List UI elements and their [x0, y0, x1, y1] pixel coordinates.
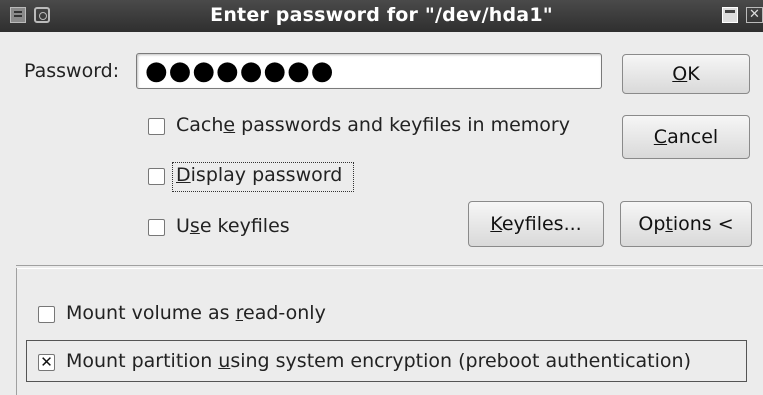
read-only-mnemonic: r [235, 302, 244, 324]
options-mnemonic: t [665, 213, 673, 235]
use-keyfiles-mnemonic: s [189, 215, 200, 237]
cache-label-rest: passwords and keyfiles in memory [235, 114, 570, 136]
section-divider [16, 265, 763, 269]
display-password-label[interactable]: Display password [176, 164, 342, 186]
use-keyfiles-rest: e keyfiles [199, 215, 290, 237]
maximize-icon[interactable] [722, 7, 738, 23]
use-keyfiles-pre: U [176, 215, 190, 237]
use-keyfiles-label[interactable]: Use keyfiles [176, 215, 290, 237]
close-icon[interactable]: ✕ [746, 7, 763, 23]
read-only-label[interactable]: Mount volume as read-only [66, 302, 326, 324]
keyfiles-mnemonic: K [490, 213, 502, 235]
system-encryption-mnemonic: u [218, 350, 231, 372]
cancel-label: ancel [667, 126, 719, 148]
system-encryption-rest: sing system encryption (preboot authenti… [230, 350, 691, 372]
ok-label: K [687, 63, 700, 85]
cache-label[interactable]: Cache passwords and keyfiles in memory [176, 114, 570, 136]
cancel-mnemonic: C [653, 126, 668, 148]
password-label: Password: [24, 60, 119, 82]
cache-checkbox[interactable] [148, 118, 165, 135]
options-button[interactable]: Options < [620, 201, 752, 247]
keyfiles-button[interactable]: Keyfiles... [468, 201, 604, 247]
cancel-button[interactable]: Cancel [622, 115, 750, 159]
system-encryption-pre: Mount partition [66, 350, 219, 372]
keyfiles-label: eyfiles... [501, 213, 582, 235]
read-only-rest: ead-only [243, 302, 326, 324]
title-bar: Enter password for "/dev/hda1" ✕ [0, 0, 763, 32]
use-keyfiles-checkbox[interactable] [148, 219, 165, 236]
window-title: Enter password for "/dev/hda1" [210, 4, 553, 26]
lower-frame-edge [16, 268, 21, 395]
cache-label-pre: Cach [176, 114, 224, 136]
display-password-checkbox[interactable] [148, 168, 165, 185]
read-only-checkbox[interactable] [38, 306, 55, 323]
ok-mnemonic: O [672, 63, 688, 85]
display-mnemonic: D [176, 164, 191, 186]
password-field[interactable]: ●●●●●●●● [136, 53, 602, 89]
system-encryption-checkbox[interactable] [38, 353, 55, 372]
ok-button[interactable]: OK [622, 54, 750, 94]
read-only-pre: Mount volume as [66, 302, 236, 324]
password-label-text: Password: [24, 60, 120, 82]
cache-mnemonic: e [223, 114, 236, 136]
system-encryption-label[interactable]: Mount partition using system encryption … [66, 350, 691, 372]
options-label-rest: ions < [672, 213, 734, 235]
display-label-rest: isplay password [190, 164, 343, 186]
options-label-pre: Op [638, 213, 666, 235]
